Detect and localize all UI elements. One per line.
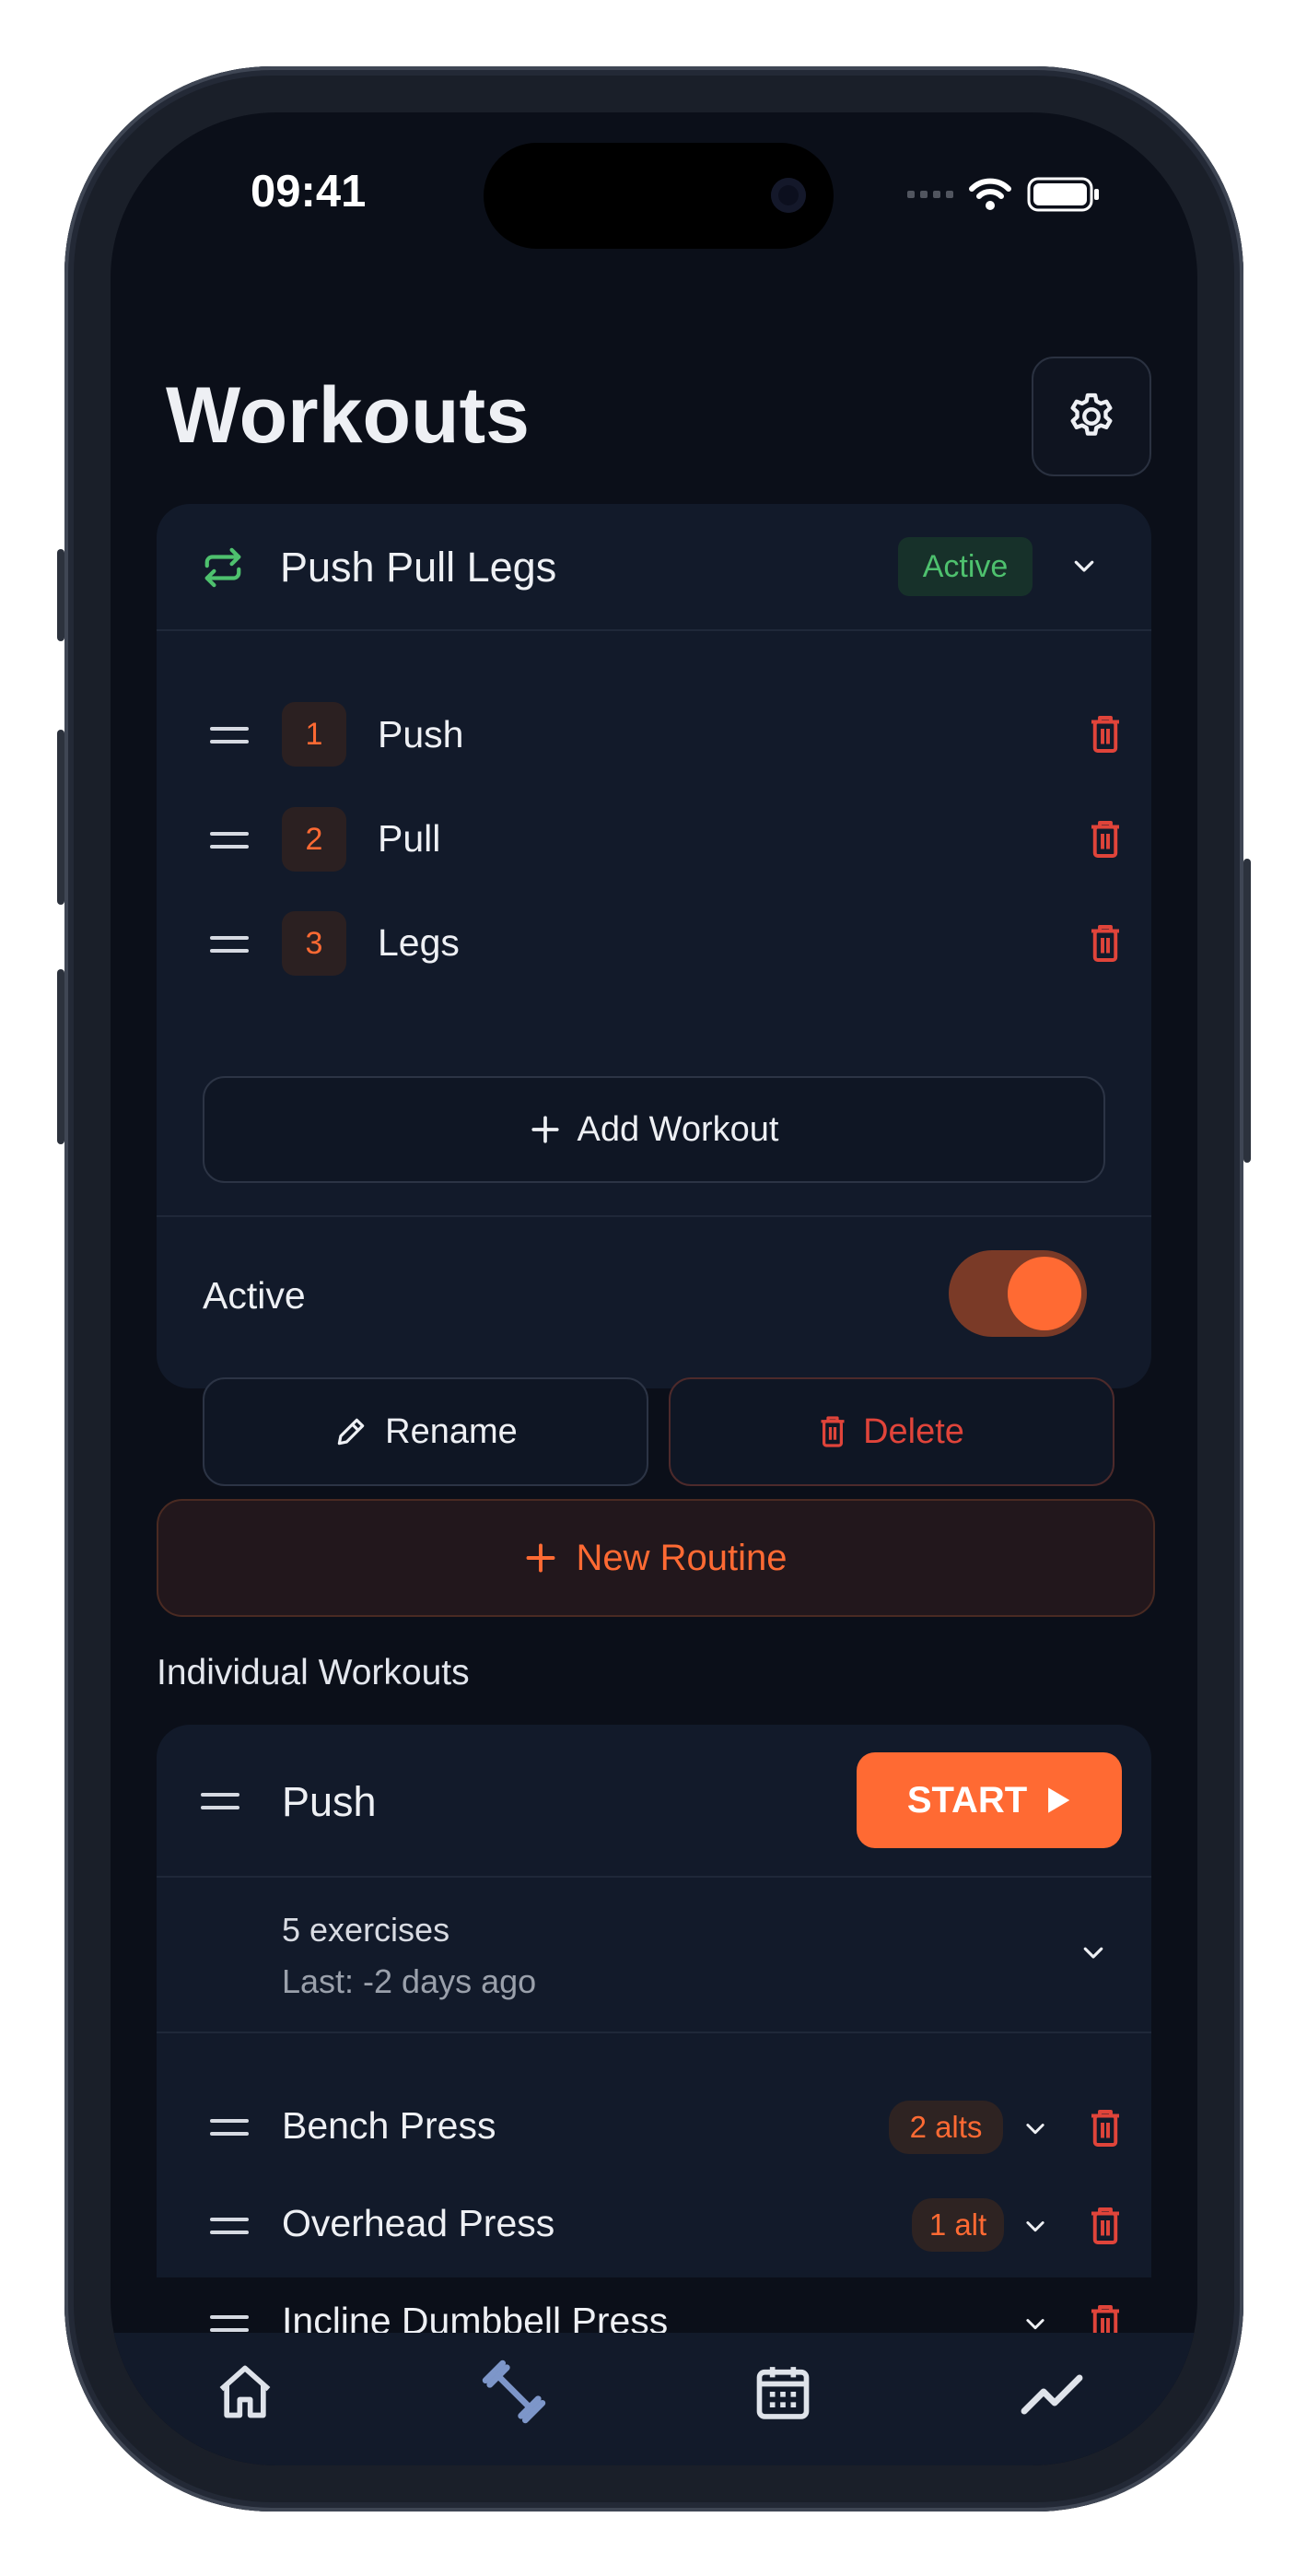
exercise-name[interactable]: Overhead Press [282, 2202, 554, 2245]
status-time: 09:41 [251, 167, 367, 217]
settings-button[interactable] [1032, 357, 1151, 476]
workout-number-badge: 3 [282, 911, 346, 976]
routine-name[interactable]: Push Pull Legs [280, 544, 556, 591]
tab-home[interactable] [208, 2355, 282, 2429]
routine-workout-name[interactable]: Push [378, 713, 463, 756]
plus-icon [531, 1116, 559, 1143]
new-routine-button[interactable]: New Routine [157, 1499, 1155, 1617]
status-badge: Active [898, 537, 1033, 596]
routine-workout-name[interactable]: Legs [378, 921, 460, 965]
pencil-icon [337, 1418, 365, 1446]
tab-calendar[interactable] [746, 2355, 820, 2429]
screen: 09:41 Workouts Push Pull Legs Active 1 P… [111, 112, 1197, 2465]
chevron-down-icon[interactable] [1021, 2213, 1050, 2239]
home-icon [219, 2365, 271, 2418]
volume-up-button [57, 730, 64, 905]
trash-icon[interactable] [1089, 2109, 1122, 2148]
divider [157, 629, 1151, 631]
drag-handle-icon[interactable] [201, 1793, 239, 1809]
wifi-icon [969, 178, 1011, 210]
power-button [1243, 859, 1251, 1163]
chevron-down-icon[interactable] [1021, 2115, 1050, 2141]
plus-icon [527, 1543, 555, 1573]
start-label: START [906, 1779, 1028, 1821]
alternatives-badge[interactable]: 1 alt [912, 2198, 1004, 2252]
delete-button[interactable]: Delete [669, 1377, 1114, 1486]
active-toggle[interactable] [949, 1250, 1087, 1337]
drag-handle-icon[interactable] [210, 2315, 249, 2332]
drag-handle-icon[interactable] [210, 2218, 249, 2234]
tab-bar [111, 2333, 1197, 2465]
add-workout-button[interactable]: Add Workout [203, 1076, 1105, 1183]
drag-handle-icon[interactable] [210, 2119, 249, 2136]
alternatives-badge[interactable]: 2 alts [889, 2101, 1003, 2154]
delete-label: Delete [863, 1411, 964, 1451]
trash-icon[interactable] [1089, 924, 1122, 963]
tab-workouts[interactable] [477, 2355, 551, 2429]
drag-handle-icon[interactable] [210, 936, 249, 953]
exercise-name[interactable]: Bench Press [282, 2104, 496, 2148]
gear-icon [1070, 392, 1113, 436]
workout-number-badge: 1 [282, 702, 346, 767]
volume-down-button [57, 969, 64, 1144]
calendar-icon [756, 2367, 810, 2419]
workout-card: Push START 5 exercises Last: -2 days ago… [157, 1725, 1151, 2277]
start-button[interactable]: START [857, 1752, 1122, 1848]
exercise-count: 5 exercises [282, 1911, 450, 1949]
trash-icon[interactable] [1089, 715, 1122, 754]
section-heading: Individual Workouts [157, 1653, 470, 1692]
workout-number-badge: 2 [282, 807, 346, 872]
status-icons [907, 177, 1101, 212]
phone-frame: 09:41 Workouts Push Pull Legs Active 1 P… [57, 66, 1251, 2512]
dumbbell-icon [482, 2359, 546, 2424]
chevron-down-icon[interactable] [1068, 552, 1100, 580]
signal-icon [907, 191, 953, 198]
camera-icon [771, 178, 806, 213]
divider [157, 1215, 1151, 1217]
drag-handle-icon[interactable] [210, 832, 249, 849]
divider [157, 1876, 1151, 1878]
battery-icon [1027, 177, 1099, 212]
dynamic-island [484, 143, 834, 249]
divider [157, 2032, 1151, 2033]
chevron-down-icon[interactable] [1078, 1938, 1109, 1966]
trash-icon [821, 1416, 845, 1447]
workout-name[interactable]: Push [282, 1778, 377, 1826]
action-button [57, 549, 64, 641]
trash-icon[interactable] [1089, 2207, 1122, 2245]
chart-icon [1021, 2374, 1083, 2415]
rename-button[interactable]: Rename [203, 1377, 648, 1486]
active-label: Active [203, 1274, 306, 1317]
toggle-knob [1008, 1257, 1081, 1330]
add-workout-label: Add Workout [577, 1109, 779, 1149]
last-performed: Last: -2 days ago [282, 1962, 537, 2000]
drag-handle-icon[interactable] [210, 727, 249, 744]
routine-workout-name[interactable]: Pull [378, 817, 440, 861]
play-icon [1048, 1787, 1070, 1813]
new-routine-label: New Routine [576, 1537, 788, 1578]
trash-icon[interactable] [1089, 820, 1122, 859]
rename-label: Rename [385, 1411, 518, 1451]
page-title: Workouts [166, 371, 530, 460]
tab-progress[interactable] [1015, 2355, 1089, 2429]
repeat-icon [204, 547, 241, 588]
